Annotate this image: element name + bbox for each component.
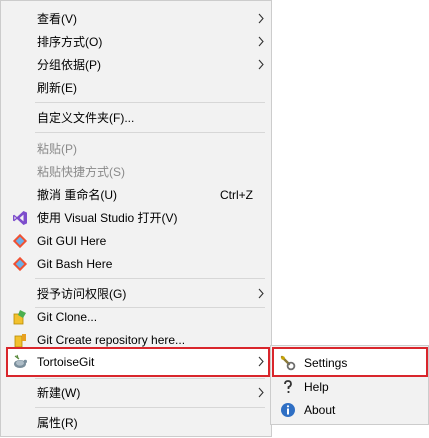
menu-item-git-gui-here[interactable]: Git GUI Here (2, 229, 271, 252)
git-clone-icon (13, 310, 26, 325)
menu-item-label: 自定义文件夹(F)... (37, 111, 135, 125)
context-menu: 查看(V) 排序方式(O) 分组依据(P) 刷新(E) 自定义文件夹(F)...… (0, 0, 272, 437)
submenu-item-label: Help (304, 380, 329, 394)
chevron-right-icon (258, 36, 264, 47)
menu-item-label: 新建(W) (37, 386, 81, 400)
submenu-item-help[interactable]: Help (271, 375, 428, 398)
menu-item-customize-folder[interactable]: 自定义文件夹(F)... (2, 106, 271, 129)
menu-item-label: Git GUI Here (37, 234, 107, 248)
menu-item-git-clone[interactable]: Git Clone... (2, 305, 271, 328)
help-question-icon (284, 380, 292, 393)
menu-item-label: 使用 Visual Studio 打开(V) (37, 211, 178, 225)
menu-item-paste: 粘贴(P) (2, 137, 271, 160)
visual-studio-icon (13, 211, 27, 225)
menu-item-label: 查看(V) (37, 12, 77, 26)
chevron-right-icon (258, 13, 264, 24)
chevron-right-icon (258, 288, 264, 299)
git-gui-icon (12, 233, 28, 249)
menu-item-view[interactable]: 查看(V) (2, 7, 271, 30)
menu-item-label: Git Create repository here... (37, 333, 186, 347)
menu-item-give-access[interactable]: 授予访问权限(G) (2, 282, 271, 305)
git-create-repository-icon (14, 334, 26, 348)
submenu-item-label: About (304, 403, 336, 417)
menu-item-open-visual-studio[interactable]: 使用 Visual Studio 打开(V) (2, 206, 271, 229)
menu-item-new[interactable]: 新建(W) (2, 381, 271, 404)
submenu-item-settings[interactable]: Settings (271, 351, 428, 374)
git-bash-icon (12, 256, 28, 272)
menu-separator (35, 378, 265, 379)
menu-item-label: 排序方式(O) (37, 35, 103, 49)
menu-item-tortoisegit[interactable]: TortoiseGit (2, 350, 271, 373)
menu-separator (35, 278, 265, 279)
menu-item-sort-by[interactable]: 排序方式(O) (2, 30, 271, 53)
menu-item-label: 属性(R) (37, 416, 78, 430)
menu-item-label: 粘贴快捷方式(S) (37, 165, 125, 179)
menu-item-undo-rename[interactable]: 撤消 重命名(U) Ctrl+Z (2, 183, 271, 206)
menu-item-label: 刷新(E) (37, 81, 77, 95)
menu-item-group-by[interactable]: 分组依据(P) (2, 53, 271, 76)
menu-item-label: Git Bash Here (37, 257, 113, 271)
menu-item-label: 粘贴(P) (37, 142, 77, 156)
menu-item-paste-shortcut: 粘贴快捷方式(S) (2, 160, 271, 183)
chevron-right-icon (258, 356, 264, 367)
menu-item-label: TortoiseGit (37, 355, 95, 369)
chevron-right-icon (258, 387, 264, 398)
submenu-item-about[interactable]: About (271, 398, 428, 421)
menu-separator (35, 407, 265, 408)
tortoisegit-icon (14, 354, 27, 368)
menu-item-label: 分组依据(P) (37, 58, 101, 72)
chevron-right-icon (258, 59, 264, 70)
menu-item-label: 授予访问权限(G) (37, 287, 127, 301)
submenu-item-label: Settings (304, 356, 348, 370)
about-info-icon (281, 403, 295, 417)
menu-item-label: 撤消 重命名(U) (37, 188, 117, 202)
menu-item-properties[interactable]: 属性(R) (2, 411, 271, 434)
menu-item-label: Git Clone... (37, 310, 98, 324)
menu-item-git-bash-here[interactable]: Git Bash Here (2, 252, 271, 275)
settings-wrench-icon (280, 355, 296, 371)
menu-separator (35, 132, 265, 133)
menu-separator (35, 102, 265, 103)
menu-item-refresh[interactable]: 刷新(E) (2, 76, 271, 99)
menu-item-shortcut: Ctrl+Z (220, 188, 253, 202)
tortoisegit-submenu: Settings Help About (270, 345, 429, 425)
